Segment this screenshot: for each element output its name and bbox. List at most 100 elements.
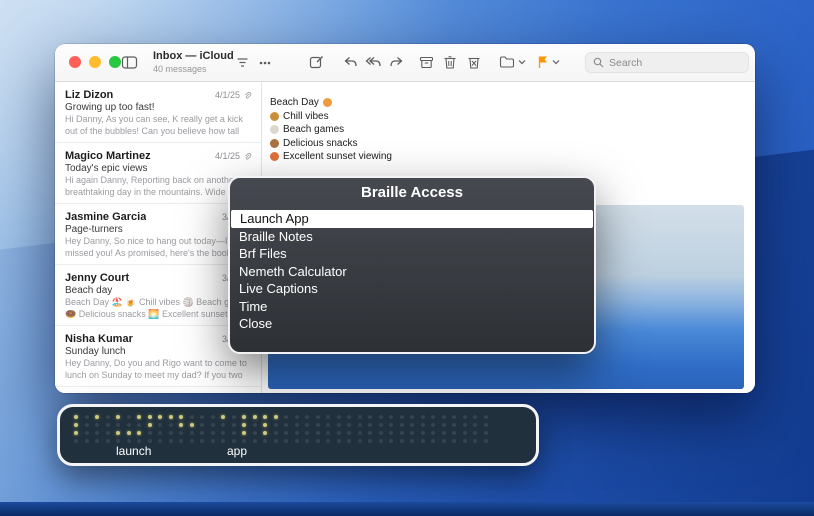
donut-emoji: [270, 139, 279, 148]
flag-icon: [537, 55, 549, 69]
wallpaper-bottom-band: [0, 502, 814, 516]
filter-button[interactable]: [235, 51, 250, 73]
menu-item[interactable]: Close: [230, 315, 594, 333]
email-title: Beach Day: [270, 96, 319, 110]
braille-access-menu: Launch App Braille Notes Brf Files Nemet…: [230, 210, 594, 333]
email-bullet-line: Excellent sunset viewing: [270, 150, 755, 164]
attachment-icon: [243, 91, 252, 100]
menu-item-label: Nemeth Calculator: [239, 264, 347, 279]
menu-item-label: Live Captions: [239, 281, 318, 296]
braille-cell: [347, 415, 362, 443]
sender-name: Jasmine Garcia: [65, 211, 146, 223]
email-title-line: Beach Day: [270, 96, 755, 110]
message-subject: Page-turners: [65, 224, 252, 235]
sunset-emoji: [270, 152, 279, 161]
menu-item-label: Launch App: [240, 211, 309, 226]
sender-name: Liz Dizon: [65, 89, 113, 101]
search-placeholder: Search: [609, 57, 642, 69]
flag-button[interactable]: [537, 51, 560, 73]
archive-button[interactable]: [419, 51, 434, 73]
window-controls: [69, 56, 121, 68]
move-to-folder-button[interactable]: [499, 51, 526, 73]
menu-item[interactable]: Time: [230, 298, 594, 316]
reply-button[interactable]: [343, 51, 358, 73]
beer-emoji: [270, 112, 279, 121]
trash-button[interactable]: [443, 51, 457, 73]
message-row[interactable]: Liz Dizon 4/1/25 Growing up too fast! Hi…: [55, 82, 261, 143]
minimize-button[interactable]: [89, 56, 101, 68]
menu-item[interactable]: Brf Files: [230, 245, 594, 263]
search-icon: [593, 57, 604, 68]
zoom-button[interactable]: [109, 56, 121, 68]
window-title: Inbox — iCloud: [153, 50, 271, 63]
message-subject: Sunday lunch: [65, 346, 252, 357]
sender-name: Nisha Kumar: [65, 333, 133, 345]
reply-all-icon: [365, 55, 382, 69]
braille-display: launch app: [57, 404, 539, 466]
chevron-down-icon: [518, 59, 526, 65]
attachment-icon: [243, 152, 252, 161]
forward-button[interactable]: [389, 51, 404, 73]
compose-button[interactable]: [309, 51, 325, 73]
window-titlebar[interactable]: Inbox — iCloud 40 messages: [55, 44, 755, 82]
braille-cell: [452, 415, 467, 443]
braille-cell: [389, 415, 404, 443]
menu-item-label: Close: [239, 316, 272, 331]
email-bullet-line: Delicious snacks: [270, 137, 755, 151]
search-field[interactable]: Search: [585, 52, 749, 73]
menu-item[interactable]: Launch App: [231, 210, 593, 228]
menu-item[interactable]: Nemeth Calculator: [230, 263, 594, 281]
braille-cell: [368, 415, 383, 443]
close-button[interactable]: [69, 56, 81, 68]
bullet-text: Excellent sunset viewing: [283, 150, 392, 164]
braille-cell: [200, 415, 215, 443]
message-row[interactable]: Nisha Kumar 3/26/25 Neighborhood garden …: [55, 387, 261, 393]
braille-access-panel: Braille Access Launch App Braille Notes …: [228, 176, 596, 354]
bullet-text: Delicious snacks: [283, 137, 357, 151]
message-preview: Hi Danny, As you can see, K really get a…: [65, 114, 252, 137]
junk-button[interactable]: [467, 51, 481, 73]
braille-cell: [158, 415, 173, 443]
reply-icon: [343, 55, 358, 69]
message-preview: Hey Danny, So nice to hang out today—I'v…: [65, 236, 252, 259]
archive-icon: [419, 55, 434, 70]
braille-cell: [179, 415, 194, 443]
braille-word-label: launch: [116, 444, 151, 458]
sender-name: Magico Martinez: [65, 150, 151, 162]
message-subject: Growing up too fast!: [65, 102, 252, 113]
email-body: Beach Day Chill vibes Beach games: [262, 82, 755, 164]
braille-cell: [431, 415, 446, 443]
chevron-down-icon: [552, 59, 560, 65]
menu-item[interactable]: Braille Notes: [230, 228, 594, 246]
bullet-text: Beach games: [283, 123, 344, 137]
message-preview: Hi again Danny, Reporting back on anothe…: [65, 175, 252, 198]
braille-cell: [326, 415, 341, 443]
braille-cell: [74, 415, 89, 443]
sender-name: Jenny Court: [65, 272, 129, 284]
email-bullet-line: Beach games: [270, 123, 755, 137]
sidebar-toggle-button[interactable]: [121, 51, 138, 73]
message-preview: Hey Danny, Do you and Rigo want to come …: [65, 358, 252, 381]
ellipsis-icon: [257, 55, 273, 70]
window-title-block: Inbox — iCloud 40 messages: [153, 50, 271, 74]
braille-cell: [242, 415, 257, 443]
message-date: 4/1/25: [215, 151, 240, 161]
braille-cell: [263, 415, 278, 443]
trash-icon: [443, 55, 457, 70]
braille-cell: [116, 415, 131, 443]
beach-umbrella-emoji: [323, 98, 332, 107]
reply-all-button[interactable]: [365, 51, 382, 73]
braille-word-label: app: [227, 444, 247, 458]
menu-item[interactable]: Live Captions: [230, 280, 594, 298]
message-subject: Beach day: [65, 285, 252, 296]
sidebar-icon: [121, 55, 138, 70]
braille-cell: [95, 415, 110, 443]
filter-icon: [235, 55, 250, 70]
braille-access-title: Braille Access: [230, 184, 594, 201]
more-button[interactable]: [257, 51, 273, 73]
menu-item-label: Braille Notes: [239, 229, 313, 244]
message-subject: Today's epic views: [65, 163, 252, 174]
braille-cell: [473, 415, 488, 443]
menu-item-label: Time: [239, 299, 267, 314]
email-bullet-line: Chill vibes: [270, 110, 755, 124]
